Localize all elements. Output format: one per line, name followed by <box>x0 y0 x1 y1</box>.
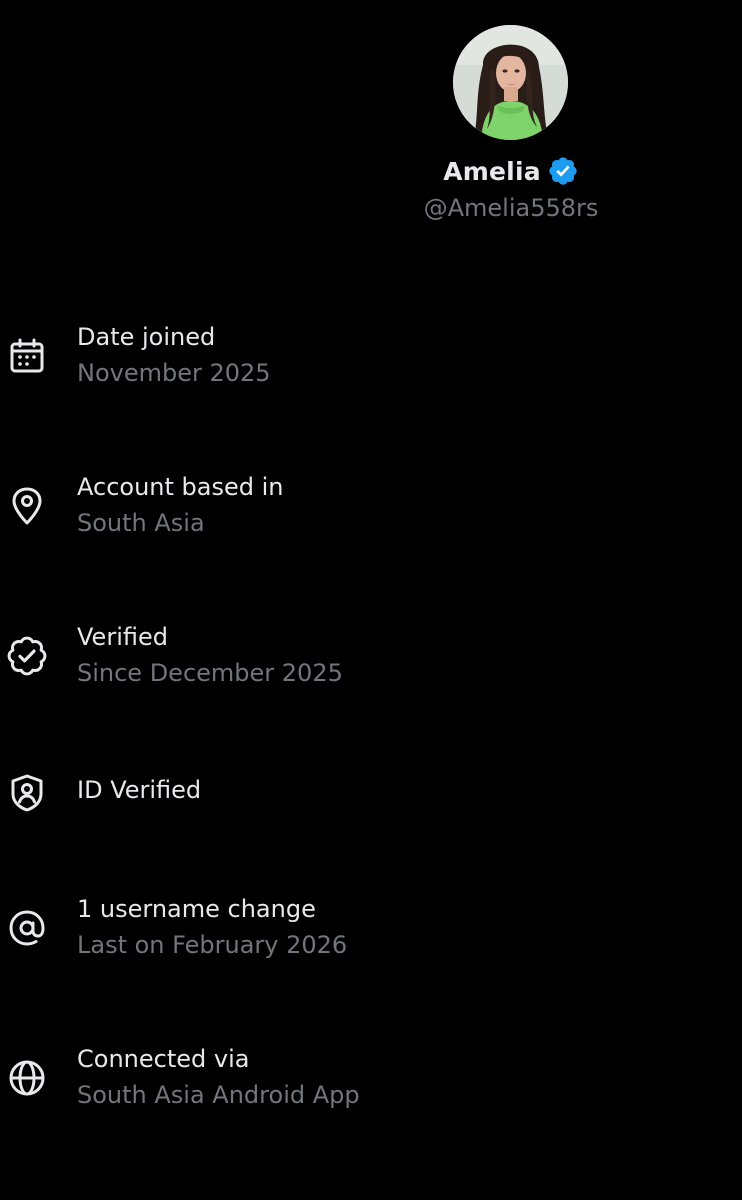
info-title: Account based in <box>77 473 284 501</box>
info-subtitle: South Asia <box>77 509 205 537</box>
info-title: Date joined <box>77 323 216 351</box>
verified-check-icon <box>6 635 48 677</box>
info-row-username-change: 1 username change Last on February 2026 <box>0 892 742 972</box>
verified-badge-icon[interactable] <box>547 155 579 187</box>
profile-handle[interactable]: @Amelia558rs <box>380 194 642 222</box>
display-name[interactable]: Amelia <box>443 157 541 186</box>
info-title: 1 username change <box>77 895 316 923</box>
name-row: Amelia <box>380 155 642 187</box>
info-title: Verified <box>77 623 168 651</box>
globe-icon <box>6 1057 48 1099</box>
info-row-verified: Verified Since December 2025 <box>0 620 742 700</box>
info-row-date-joined: Date joined November 2025 <box>0 320 742 400</box>
id-shield-icon <box>6 772 48 814</box>
location-pin-icon <box>6 485 48 527</box>
info-row-id-verified: ID Verified <box>0 770 742 850</box>
calendar-icon <box>6 335 48 377</box>
info-row-connected-via: Connected via South Asia Android App <box>0 1042 742 1122</box>
info-subtitle: Last on February 2026 <box>77 931 348 959</box>
info-subtitle: Since December 2025 <box>77 659 343 687</box>
info-subtitle: South Asia Android App <box>77 1081 360 1109</box>
info-title: ID Verified <box>77 776 202 804</box>
at-sign-icon <box>6 907 48 949</box>
avatar[interactable] <box>453 25 568 140</box>
info-subtitle: November 2025 <box>77 359 271 387</box>
info-row-account-based-in: Account based in South Asia <box>0 470 742 550</box>
profile-header: Amelia @Amelia558rs <box>0 0 742 260</box>
info-title: Connected via <box>77 1045 250 1073</box>
avatar-image <box>453 25 568 140</box>
